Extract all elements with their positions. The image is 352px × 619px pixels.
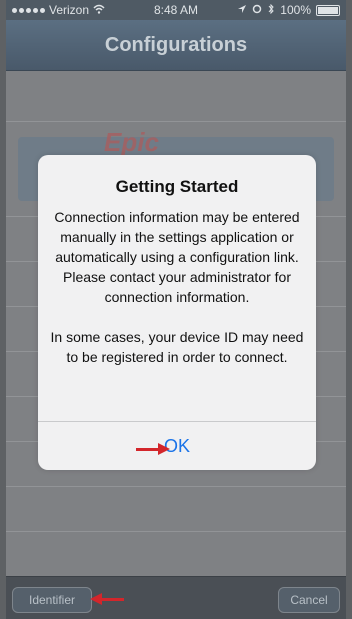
battery-percent: 100%: [280, 3, 311, 17]
annotation-arrow-icon: [136, 443, 170, 455]
status-icons: 100%: [237, 3, 340, 17]
list-separator: [6, 486, 346, 487]
getting-started-alert: Getting Started Connection information m…: [38, 155, 316, 470]
list-separator: [6, 121, 346, 122]
annotation-arrow-icon: [90, 593, 124, 605]
page-title: Configurations: [104, 34, 248, 56]
ok-button[interactable]: OK: [38, 423, 316, 469]
bluetooth-icon: [267, 3, 275, 17]
status-bar: Verizon 8:48 AM 100%: [6, 0, 346, 20]
cancel-button[interactable]: Cancel: [278, 587, 340, 613]
navigation-bar: Configurations: [6, 20, 346, 71]
battery-icon: [316, 4, 340, 16]
bottom-toolbar: Identifier Cancel: [6, 576, 346, 619]
alert-message: Connection information may be entered ma…: [50, 209, 304, 365]
identifier-button[interactable]: Identifier: [12, 587, 92, 613]
list-separator: [6, 531, 346, 532]
alert-title: Getting Started: [115, 177, 239, 196]
phone-screen: Verizon 8:48 AM 100% Configurations Epic…: [6, 0, 346, 619]
epic-logo: Epic: [104, 127, 159, 157]
rotation-lock-icon: [252, 3, 262, 17]
alert-divider: [38, 421, 316, 422]
location-arrow-icon: [237, 3, 247, 17]
